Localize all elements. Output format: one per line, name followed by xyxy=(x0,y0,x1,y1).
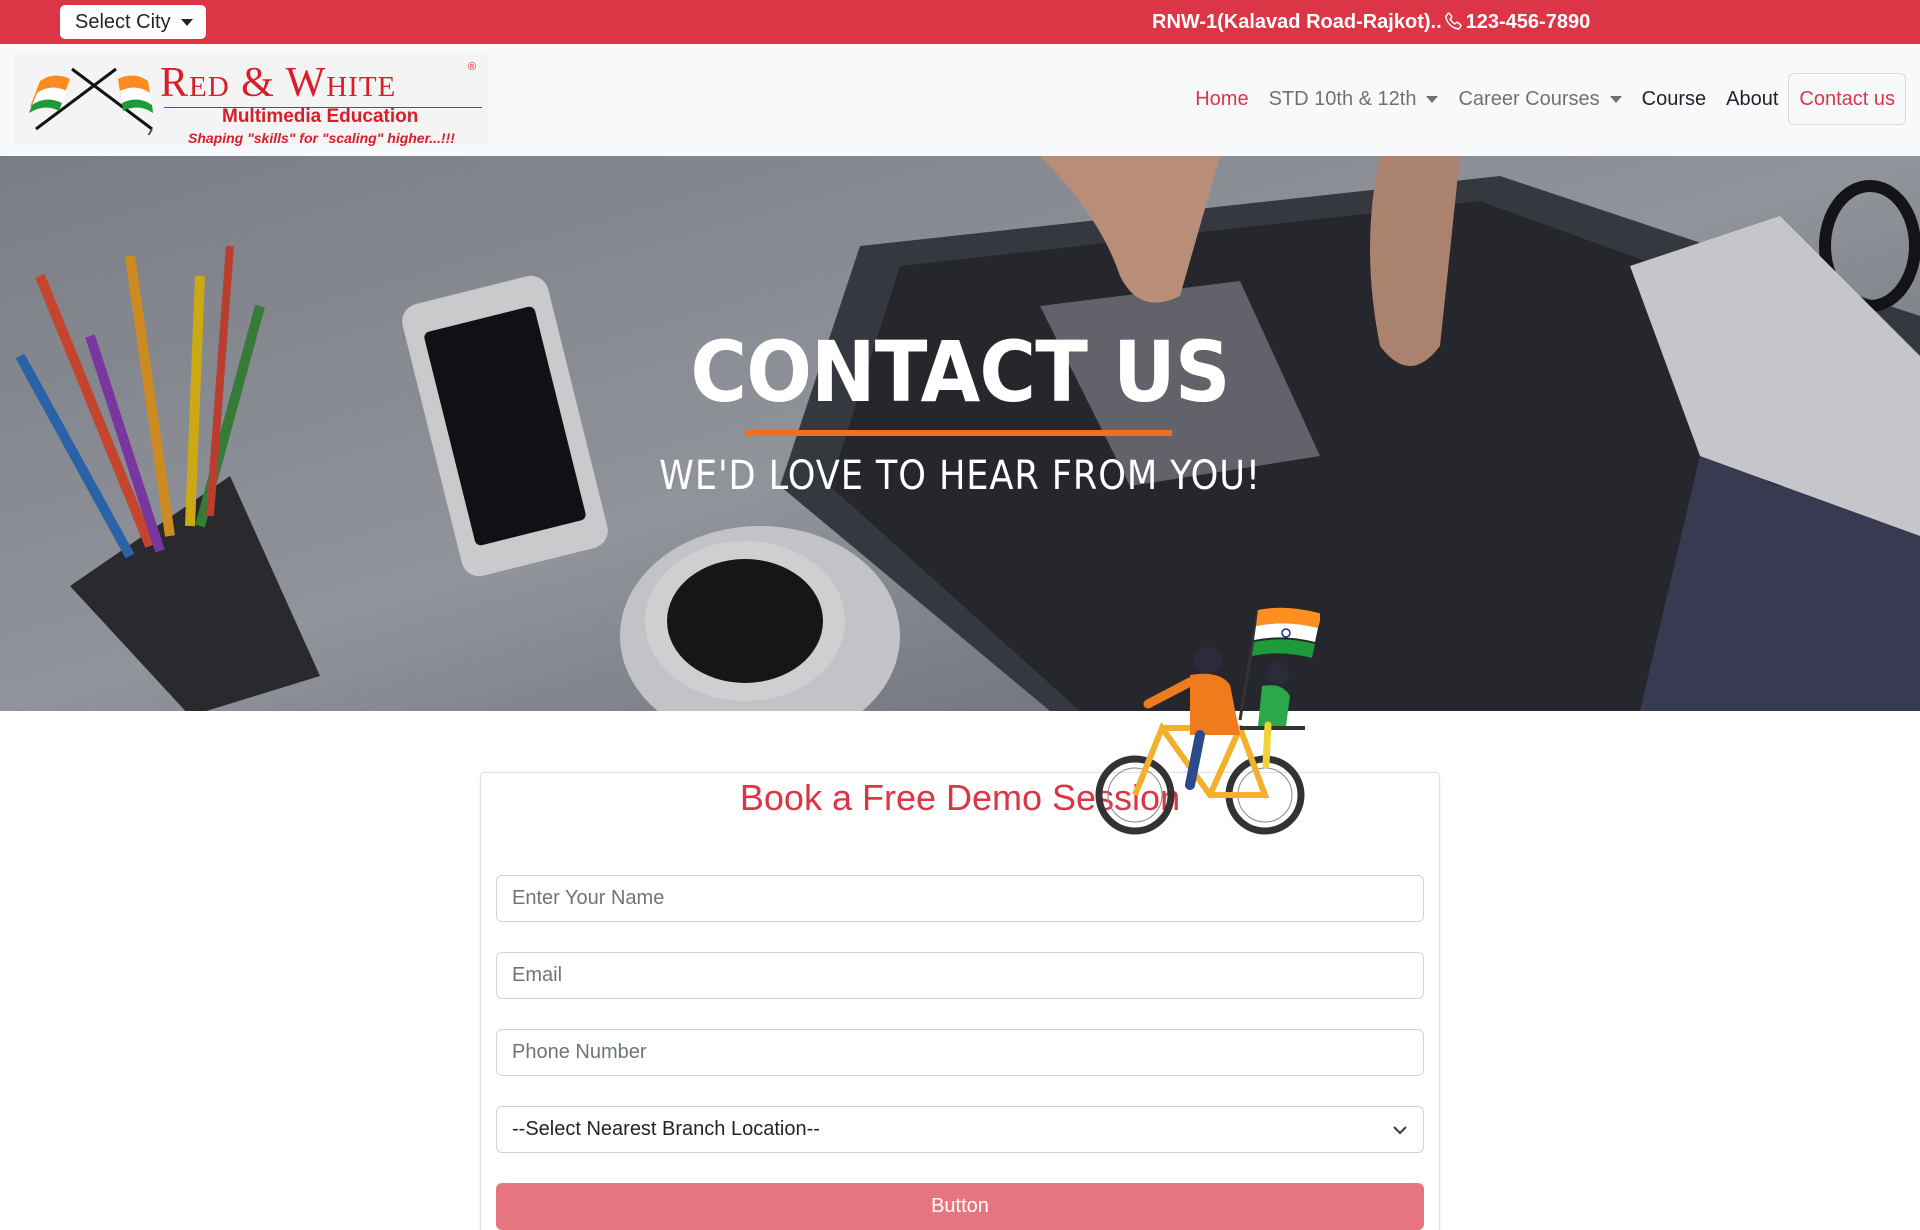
phone-input[interactable] xyxy=(496,1029,1424,1076)
select-city-dropdown[interactable]: Select City xyxy=(60,5,206,39)
branch-location-select[interactable]: --Select Nearest Branch Location-- xyxy=(496,1106,1424,1153)
navbar: Red & White ® Multimedia Education Shapi… xyxy=(0,44,1920,156)
brand-subtitle: Multimedia Education xyxy=(222,106,419,127)
caret-down-icon xyxy=(1609,95,1622,103)
crossed-flags-icon xyxy=(29,67,153,135)
brand-logo[interactable]: Red & White ® Multimedia Education Shapi… xyxy=(14,53,488,146)
email-input[interactable] xyxy=(496,952,1424,999)
brand-name: Red & White xyxy=(160,60,397,106)
nav-home[interactable]: Home xyxy=(1185,88,1258,111)
main-nav: Home STD 10th & 12th Career Courses Cour… xyxy=(1185,73,1906,125)
top-contact-info: RNW-1(Kalavad Road-Rajkot).. 123-456-789… xyxy=(1152,0,1590,44)
caret-down-icon xyxy=(180,18,193,26)
registered-mark: ® xyxy=(468,61,477,73)
branch-location-value: --Select Nearest Branch Location-- xyxy=(512,1118,820,1140)
phone-number[interactable]: 123-456-7890 xyxy=(1466,11,1591,34)
chevron-down-icon xyxy=(1393,1125,1407,1134)
nav-about[interactable]: About xyxy=(1716,88,1788,111)
name-input[interactable] xyxy=(496,875,1424,922)
nav-course[interactable]: Course xyxy=(1632,88,1716,111)
select-city-label: Select City xyxy=(75,10,171,33)
submit-button[interactable]: Button xyxy=(496,1183,1424,1230)
nav-career-dropdown[interactable]: Career Courses xyxy=(1448,88,1631,111)
hero-title: CONTACT US xyxy=(690,323,1230,421)
brand-tagline: Shaping "skills" for "scaling" higher...… xyxy=(188,130,455,146)
top-bar: Select City RNW-1(Kalavad Road-Rajkot)..… xyxy=(0,0,1920,44)
nav-std-dropdown[interactable]: STD 10th & 12th xyxy=(1259,88,1449,111)
branch-address: RNW-1(Kalavad Road-Rajkot).. xyxy=(1152,10,1442,33)
nav-career-label: Career Courses xyxy=(1458,87,1600,110)
caret-down-icon xyxy=(1426,95,1439,103)
nav-std-label: STD 10th & 12th xyxy=(1268,87,1417,110)
demo-form-card: Book a Free Demo Session --Select Neares… xyxy=(480,772,1440,1230)
cyclist-illustration xyxy=(1095,607,1320,835)
phone-icon xyxy=(1444,12,1462,30)
hero-underline xyxy=(746,430,1172,436)
nav-contact[interactable]: Contact us xyxy=(1788,73,1906,125)
hero-banner: CONTACT US WE'D LOVE TO HEAR FROM YOU! xyxy=(0,156,1920,711)
hero-subtitle: WE'D LOVE TO HEAR FROM YOU! xyxy=(659,453,1261,499)
